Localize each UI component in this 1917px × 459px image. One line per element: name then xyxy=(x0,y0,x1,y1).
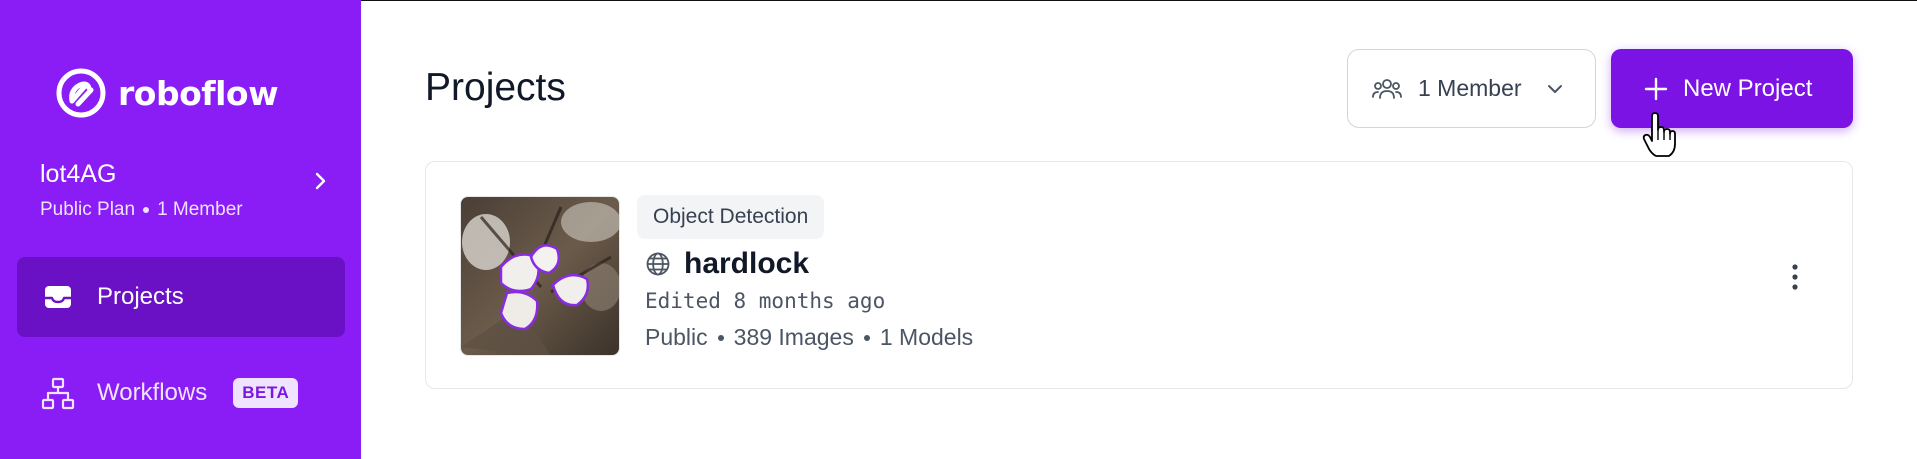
sidebar-item-workflows[interactable]: Workflows BETA xyxy=(17,353,345,433)
workspace-switcher[interactable]: lot4AG Public Plan 1 Member xyxy=(40,160,330,226)
chevron-right-icon xyxy=(315,172,326,190)
workspace-info: Public Plan 1 Member xyxy=(40,199,330,221)
project-edited-time: Edited 8 months ago xyxy=(645,289,886,313)
hand-pointer-cursor-icon xyxy=(1642,112,1676,157)
page-title: Projects xyxy=(425,66,566,109)
project-image-count: 389 Images xyxy=(733,324,854,350)
project-card[interactable]: Object Detection hardlock Edited 8 month… xyxy=(425,161,1853,389)
chevron-down-icon xyxy=(1547,84,1562,93)
roboflow-logo[interactable]: roboflow xyxy=(56,68,279,118)
workflow-tree-icon xyxy=(41,377,75,410)
workspace-name: lot4AG xyxy=(40,160,117,188)
new-project-label: New Project xyxy=(1683,74,1813,102)
project-type-badge: Object Detection xyxy=(637,195,825,239)
project-title-row: hardlock xyxy=(645,247,809,281)
users-icon xyxy=(1372,78,1402,99)
beta-badge: BETA xyxy=(233,378,299,408)
separator-dot xyxy=(863,334,870,341)
member-filter-dropdown[interactable]: 1 Member xyxy=(1347,49,1596,128)
project-meta: Public 389 Images 1 Models xyxy=(645,324,973,351)
more-options-icon[interactable] xyxy=(1788,262,1802,292)
globe-icon xyxy=(646,252,670,276)
cotton-plant-image xyxy=(461,197,619,355)
brand-name: roboflow xyxy=(118,73,279,113)
plus-icon xyxy=(1644,77,1668,100)
sidebar: roboflow lot4AG Public Plan 1 Member Pro… xyxy=(0,0,361,459)
inbox-tray-icon xyxy=(45,286,71,308)
project-name[interactable]: hardlock xyxy=(684,247,809,281)
member-filter-label: 1 Member xyxy=(1418,75,1522,101)
separator-dot xyxy=(143,207,150,213)
project-thumbnail[interactable] xyxy=(460,196,620,356)
sidebar-item-label: Workflows xyxy=(97,379,208,406)
roboflow-logo-icon xyxy=(56,68,106,118)
workspace-plan: Public Plan xyxy=(40,199,136,220)
project-visibility: Public xyxy=(645,324,708,350)
separator-dot xyxy=(717,334,724,341)
project-model-count: 1 Models xyxy=(879,324,974,350)
sidebar-item-projects[interactable]: Projects xyxy=(17,257,345,337)
sidebar-item-label: Projects xyxy=(97,283,184,310)
workspace-members: 1 Member xyxy=(157,199,243,220)
